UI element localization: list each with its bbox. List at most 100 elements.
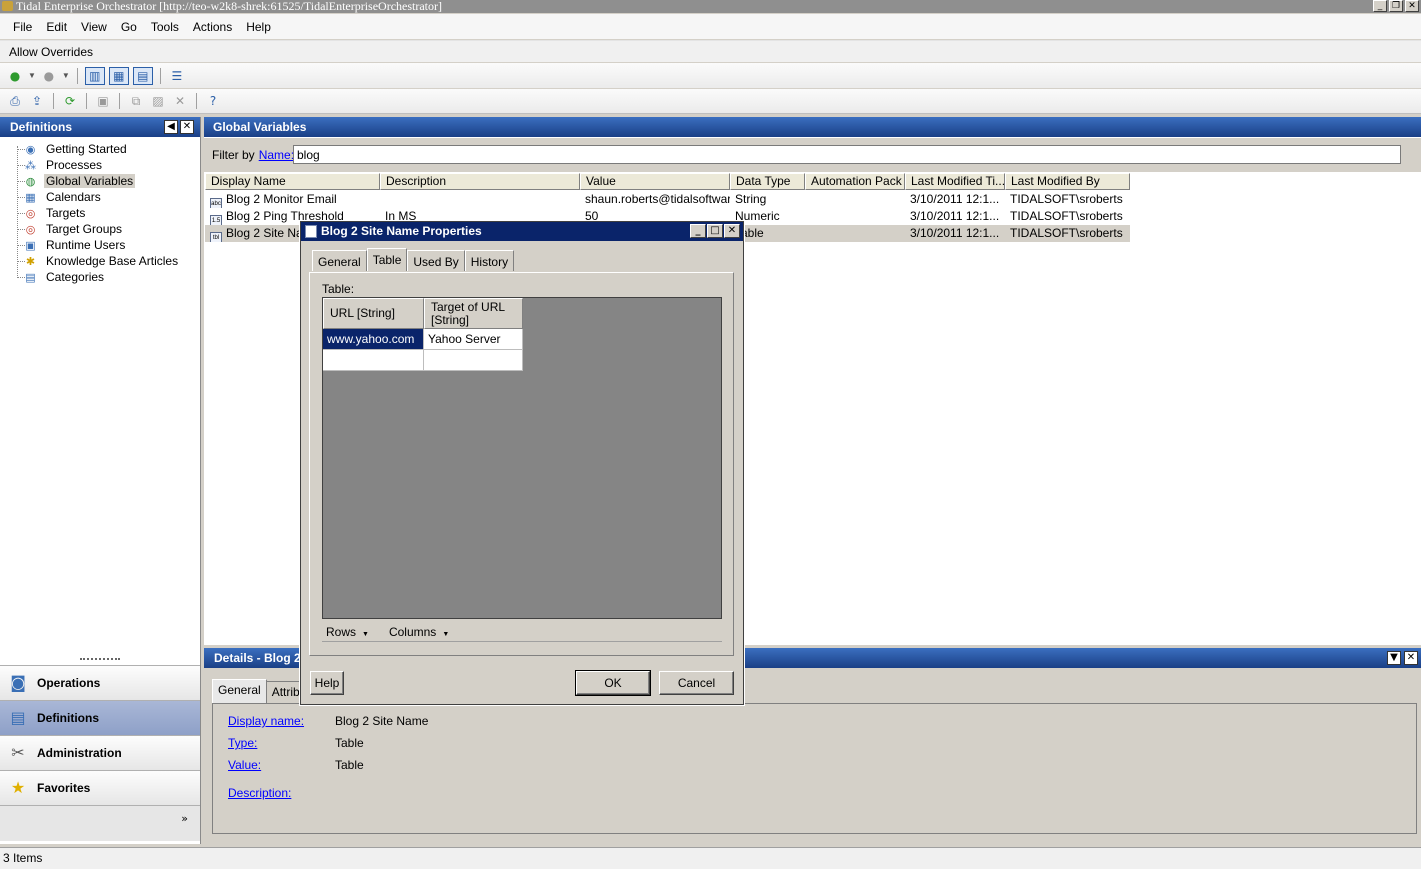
tree-item-runtime-users[interactable]: ▣ Runtime Users (0, 237, 200, 253)
dialog-close-button[interactable]: ✕ (724, 224, 740, 238)
menu-actions[interactable]: Actions (186, 20, 239, 34)
column-description[interactable]: Description (380, 173, 580, 190)
delete-icon[interactable]: ✕ (171, 93, 189, 109)
dialog-maximize-button[interactable]: □ (707, 224, 723, 238)
details-close-icon[interactable]: ✕ (1404, 651, 1418, 665)
table-editor: URL [String] Target of URL [String] www.… (322, 297, 722, 619)
back-icon[interactable]: ● (6, 68, 24, 84)
ok-button[interactable]: OK (575, 670, 651, 696)
help-button[interactable]: Help (310, 671, 344, 695)
table-cell[interactable] (323, 350, 424, 371)
close-pane-icon[interactable]: ✕ (180, 120, 194, 134)
table-variable-icon: tbl (210, 232, 222, 242)
column-last-modified-time[interactable]: Last Modified Ti... (905, 173, 1005, 190)
details-tab-general[interactable]: General (212, 679, 267, 703)
table-row[interactable]: abc Blog 2 Monitor Email shaun.roberts@ti… (205, 191, 1130, 208)
table-cell[interactable]: Yahoo Server (424, 329, 523, 350)
definitions-tree: ◉ Getting Started ⁂ Processes ◍ Global Vari… (0, 138, 200, 658)
cancel-button[interactable]: Cancel (659, 671, 734, 695)
more-buttons-icon[interactable]: » (0, 805, 200, 841)
filter-input[interactable] (293, 145, 1401, 164)
numeric-variable-icon: 1.5 (210, 215, 222, 225)
forward-dropdown-icon[interactable]: ▼ (62, 71, 70, 80)
filter-bar: Filter by Name: (204, 138, 1421, 172)
dialog-title-bar[interactable]: Blog 2 Site Name Properties _ □ ✕ (301, 222, 743, 241)
menu-edit[interactable]: Edit (39, 20, 74, 34)
properties-dialog: Blog 2 Site Name Properties _ □ ✕ Genera… (299, 220, 745, 706)
forward-icon[interactable]: ● (40, 68, 58, 84)
description-link[interactable]: Description: (228, 786, 291, 800)
details-collapse-icon[interactable]: ▼ (1387, 651, 1401, 665)
rows-menu[interactable]: Rows ▼ (326, 625, 369, 639)
window-title-bar: Tidal Enterprise Orchestrator [http://te… (0, 0, 1421, 13)
tree-item-global-variables[interactable]: ◍ Global Variables (0, 173, 200, 189)
export-icon[interactable]: ⇪ (28, 93, 46, 109)
column-target-of-url[interactable]: Target of URL [String] (424, 298, 523, 329)
tree-item-processes[interactable]: ⁂ Processes (0, 157, 200, 173)
column-automation-pack[interactable]: Automation Pack (805, 173, 905, 190)
layout-left-icon[interactable]: ▥ (84, 66, 105, 85)
filter-label: Filter by (212, 148, 255, 162)
getting-started-icon: ◉ (25, 142, 36, 156)
navigation-pane: Definitions ◀ ✕ ◉ Getting Started ⁂ Proces… (0, 117, 201, 844)
display-name-link[interactable]: Display name: (228, 714, 304, 728)
list-view-icon[interactable]: ☰ (168, 68, 186, 84)
processes-icon: ⁂ (25, 158, 36, 172)
tree-item-targets[interactable]: ◎ Targets (0, 205, 200, 221)
calendar-icon: ▦ (25, 190, 36, 204)
column-display-name[interactable]: Display Name (205, 173, 380, 190)
help-icon[interactable]: ? (204, 93, 222, 109)
lightbulb-icon: ✱ (25, 254, 36, 268)
tree-item-knowledge-base-articles[interactable]: ✱ Knowledge Base Articles (0, 253, 200, 269)
copy-icon[interactable]: ⧉ (127, 93, 145, 109)
close-button[interactable]: ✕ (1405, 0, 1419, 12)
toolbar-actions: ⎙ ⇪ ⟳ ▣ ⧉ ▨ ✕ ? (0, 89, 1421, 114)
collapse-pane-icon[interactable]: ◀ (164, 120, 178, 134)
menu-file[interactable]: File (6, 20, 39, 34)
dialog-tab-history[interactable]: History (464, 250, 515, 271)
menu-go[interactable]: Go (114, 20, 144, 34)
nav-button-definitions[interactable]: ▤ Definitions (0, 700, 200, 735)
dialog-tab-used-by[interactable]: Used By (407, 250, 465, 271)
tree-item-calendars[interactable]: ▦ Calendars (0, 189, 200, 205)
column-data-type[interactable]: Data Type (730, 173, 805, 190)
menu-tools[interactable]: Tools (144, 20, 186, 34)
status-bar: 3 Items (0, 847, 1421, 869)
columns-menu[interactable]: Columns ▼ (389, 625, 449, 639)
column-last-modified-by[interactable]: Last Modified By (1005, 173, 1130, 190)
column-url[interactable]: URL [String] (323, 298, 424, 329)
layout-split-icon[interactable]: ▦ (108, 66, 129, 85)
nav-button-favorites[interactable]: ★ Favorites (0, 770, 200, 805)
dialog-title: Blog 2 Site Name Properties (321, 224, 482, 238)
pane-splitter-grip[interactable] (80, 658, 120, 662)
table-cell[interactable]: www.yahoo.com (323, 329, 424, 350)
app-icon (2, 1, 13, 11)
minimize-button[interactable]: _ (1373, 0, 1387, 12)
dialog-minimize-button[interactable]: _ (690, 224, 706, 238)
dialog-tab-table[interactable]: Table (366, 248, 408, 271)
allow-overrides-bar[interactable]: Allow Overrides (0, 40, 1421, 62)
type-link[interactable]: Type: (228, 736, 257, 750)
print-icon[interactable]: ⎙ (6, 93, 24, 109)
nav-button-administration[interactable]: ✂ Administration (0, 735, 200, 770)
value-link[interactable]: Value: (228, 758, 261, 772)
properties-icon[interactable]: ▣ (94, 93, 112, 109)
filter-field-link[interactable]: Name: (259, 148, 294, 162)
tree-item-categories[interactable]: ▤ Categories (0, 269, 200, 285)
table-cell[interactable] (424, 350, 523, 371)
navigation-pane-header: Definitions ◀ ✕ (0, 117, 200, 137)
globe-icon: ◍ (25, 174, 36, 188)
dialog-tab-general[interactable]: General (312, 250, 367, 271)
refresh-icon[interactable]: ⟳ (61, 93, 79, 109)
back-dropdown-icon[interactable]: ▼ (28, 71, 36, 80)
layout-bottom-icon[interactable]: ▤ (132, 66, 153, 85)
restore-button[interactable]: ❐ (1389, 0, 1403, 12)
tools-icon: ✂ (11, 743, 25, 762)
paste-icon[interactable]: ▨ (149, 93, 167, 109)
menu-view[interactable]: View (74, 20, 114, 34)
nav-button-operations[interactable]: ◙ Operations (0, 665, 200, 700)
menu-help[interactable]: Help (239, 20, 278, 34)
tree-item-target-groups[interactable]: ◎ Target Groups (0, 221, 200, 237)
column-value[interactable]: Value (580, 173, 730, 190)
tree-item-getting-started[interactable]: ◉ Getting Started (0, 141, 200, 157)
